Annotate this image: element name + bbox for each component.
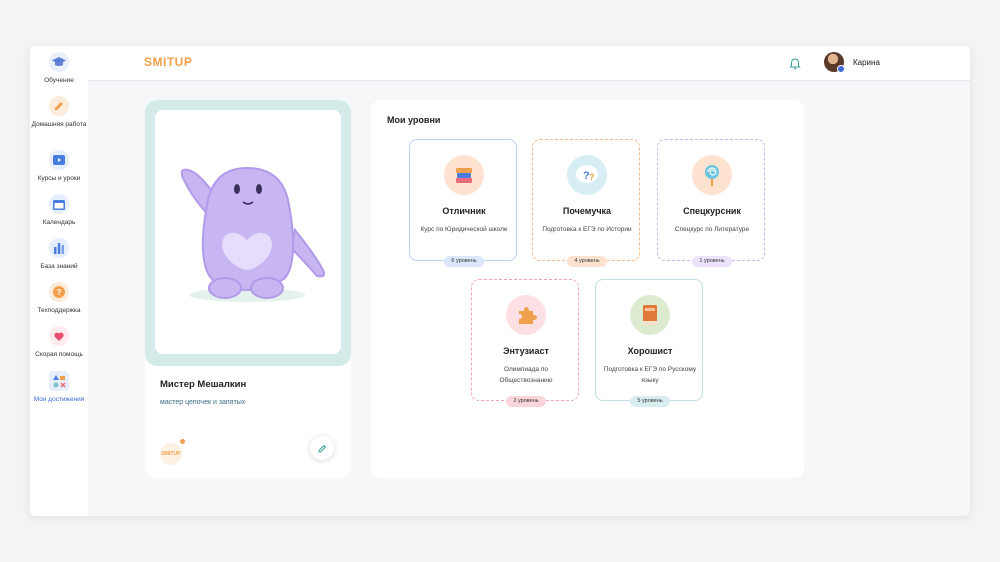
play-icon xyxy=(49,150,69,170)
books-icon xyxy=(444,155,484,195)
level-badge: 5 уровень xyxy=(630,396,670,407)
heart-icon xyxy=(49,326,69,346)
level-card-good-student[interactable]: Хорошист Подготовка к ЕГЭ по Русскому яз… xyxy=(595,279,703,407)
sidebar-item-achievements[interactable]: Мои достижения xyxy=(30,371,88,404)
mini-logo: SMITUP xyxy=(160,443,182,465)
pencil-icon xyxy=(318,444,326,452)
profile-card: Мистер Мешалкин мастер цепочек и запятых… xyxy=(145,100,351,478)
level-desc: Подготовка к ЕГЭ по Истории xyxy=(542,226,632,233)
bell-icon[interactable] xyxy=(789,57,801,70)
level-name: Энтузиаст xyxy=(503,346,549,356)
user-name[interactable]: Карина xyxy=(853,58,880,67)
level-card-curious[interactable]: ?? Почемучка Подготовка к ЕГЭ по Истории… xyxy=(532,139,640,267)
svg-text:?: ? xyxy=(57,288,62,297)
shapes-icon xyxy=(49,371,69,391)
app-window: Обучение Домашняя работа Курсы и уроки К… xyxy=(30,46,970,516)
levels-title: Мои уровни xyxy=(387,115,441,125)
level-card-enthusiast[interactable]: Энтузиаст Олимпиада по Обществознанию 2 … xyxy=(471,279,579,407)
sidebar-item-label: Скорая помощь xyxy=(35,351,83,358)
profile-name: Мистер Мешалкин xyxy=(160,379,247,390)
level-card-special-course[interactable]: Спецкурсник Спецкурс по Литературе 1 уро… xyxy=(657,139,765,267)
levels-card: Мои уровни Отличник Курс по Юридической … xyxy=(371,100,804,478)
sidebar-item-learning[interactable]: Обучение xyxy=(30,52,88,85)
sidebar-item-label: Курсы и уроки xyxy=(37,175,81,182)
sidebar-item-label: Мои достижения xyxy=(33,396,85,403)
level-desc: Спецкурс по Литературе xyxy=(674,226,750,233)
graduation-cap-icon xyxy=(49,52,69,72)
notification-dot xyxy=(180,439,185,444)
level-badge: 4 уровень xyxy=(567,256,607,267)
sidebar-item-knowledge-base[interactable]: База знаний xyxy=(30,238,88,271)
puzzle-icon xyxy=(506,295,546,335)
sidebar-item-calendar[interactable]: Календарь xyxy=(30,194,88,227)
mascot-image xyxy=(155,110,341,354)
profile-subtitle: мастер цепочек и запятых xyxy=(160,399,246,406)
sidebar-item-label: Календарь xyxy=(42,219,76,226)
sidebar: Обучение Домашняя работа Курсы и уроки К… xyxy=(30,46,88,516)
level-badge: 6 уровень xyxy=(444,256,484,267)
top-bar: SMITUP Карина xyxy=(88,46,970,81)
level-name: Спецкурсник xyxy=(683,206,741,216)
app-logo[interactable]: SMITUP xyxy=(144,55,192,69)
level-card-excellent[interactable]: Отличник Курс по Юридической школе 6 уро… xyxy=(409,139,517,267)
pencil-icon xyxy=(49,96,69,116)
svg-text:?: ? xyxy=(589,172,595,182)
sidebar-item-label: Техподдержка xyxy=(37,307,81,314)
bar-chart-icon xyxy=(49,238,69,258)
book-icon xyxy=(630,295,670,335)
sidebar-item-homework[interactable]: Домашняя работа xyxy=(30,96,88,129)
level-badge: 1 уровень xyxy=(692,256,732,267)
level-name: Почемучка xyxy=(562,206,612,216)
level-desc: Олимпиада по Обществознанию xyxy=(499,366,553,384)
sidebar-item-support[interactable]: ? Техподдержка xyxy=(30,282,88,315)
mascot-icon xyxy=(180,166,326,302)
level-desc: Курс по Юридической школе xyxy=(420,226,508,233)
question-bubble-icon: ?? xyxy=(567,155,607,195)
calendar-icon xyxy=(49,194,69,214)
sidebar-item-label: База знаний xyxy=(40,263,78,270)
sidebar-item-label: Домашняя работа xyxy=(31,121,87,128)
sidebar-item-label: Обучение xyxy=(44,77,74,84)
question-icon: ? xyxy=(49,282,69,302)
level-desc: Подготовка к ЕГЭ по Русскому языку xyxy=(603,366,697,384)
edit-button[interactable] xyxy=(310,436,334,460)
level-badge: 2 уровень xyxy=(506,396,546,407)
level-name: Отличник xyxy=(442,206,486,216)
lollipop-icon xyxy=(692,155,732,195)
level-name: Хорошист xyxy=(627,346,673,356)
sidebar-item-courses[interactable]: Курсы и уроки xyxy=(30,150,88,183)
video-badge-icon xyxy=(837,65,845,73)
sidebar-item-emergency[interactable]: Скорая помощь xyxy=(30,326,88,359)
hero-frame xyxy=(145,100,351,366)
